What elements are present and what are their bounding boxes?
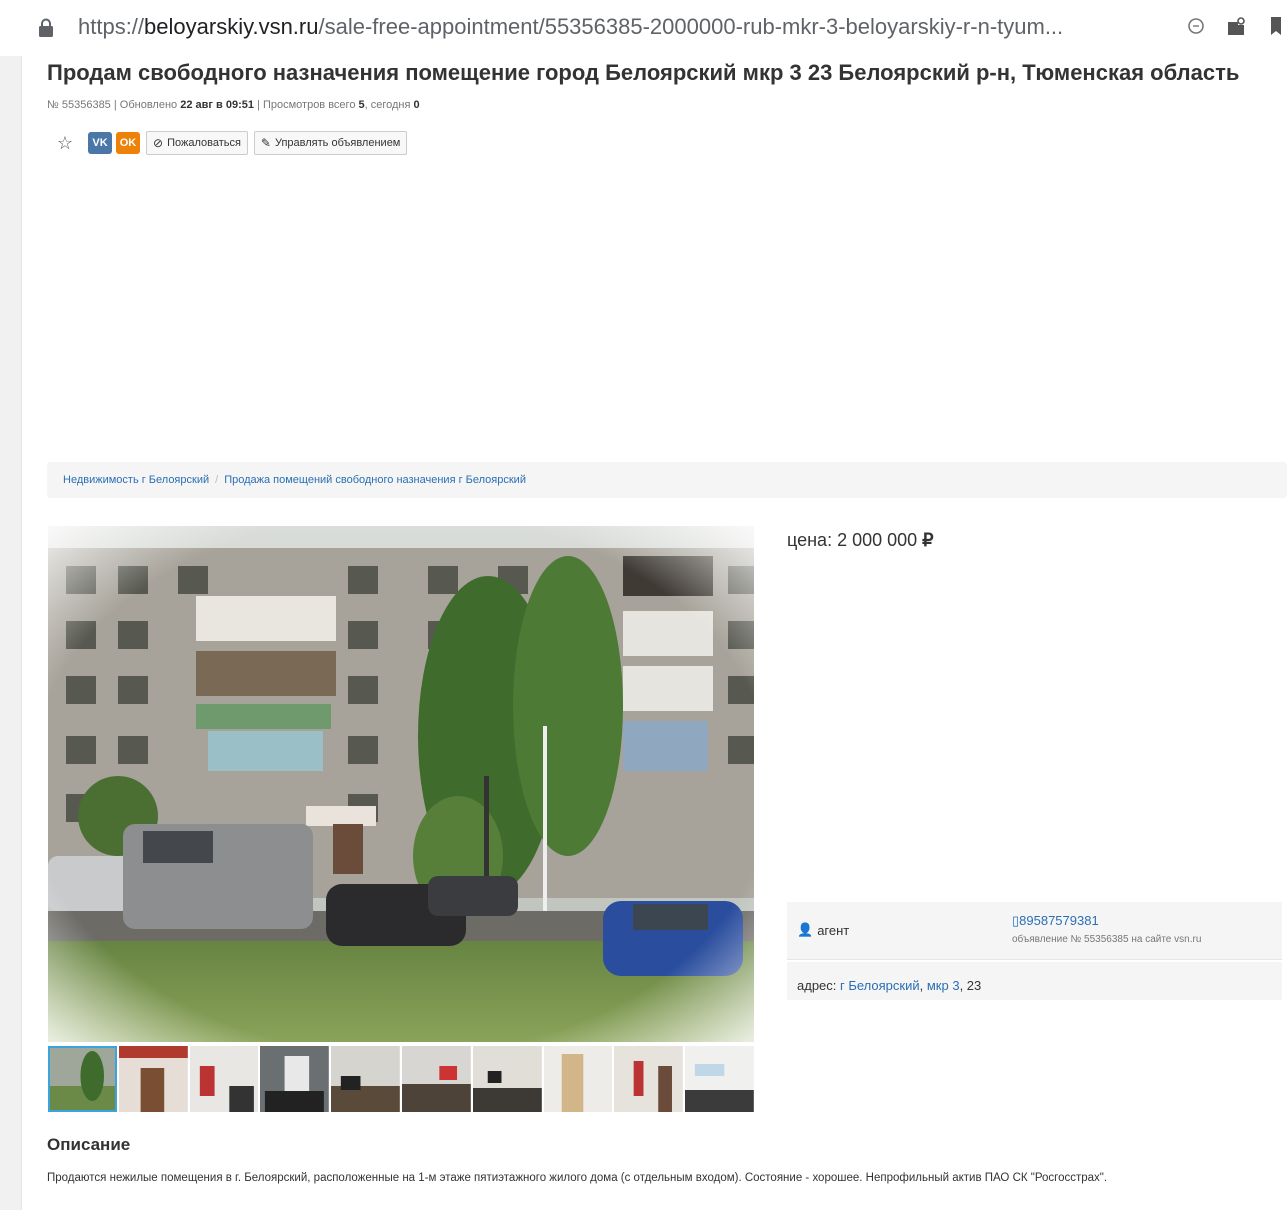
lock-icon [39, 18, 53, 37]
listing-note: объявление № 55356385 на сайте vsn.ru [1012, 934, 1202, 945]
vk-share-button[interactable]: VK [88, 132, 112, 154]
edit-icon: ✎ [260, 136, 271, 150]
price: цена: 2 000 000 ₽ [787, 530, 934, 550]
thumbnail[interactable] [48, 1046, 117, 1112]
description-text: Продаются нежилые помещения в г. Белоярс… [47, 1172, 1108, 1184]
search-icon[interactable] [1185, 14, 1207, 38]
thumbnail[interactable] [260, 1046, 330, 1112]
breadcrumb-link-category[interactable]: Продажа помещений свободного назначения … [224, 474, 526, 486]
thumbnail[interactable] [614, 1046, 684, 1112]
district-link[interactable]: мкр 3 [927, 978, 960, 993]
seller-role: 👤 агент [797, 922, 850, 938]
currency-sign: ₽ [922, 530, 934, 550]
complain-button[interactable]: ⊘ Пожаловаться [146, 131, 248, 155]
star-icon[interactable]: ☆ [52, 131, 78, 155]
ok-share-button[interactable]: OK [116, 132, 140, 154]
thumbnail[interactable] [118, 1046, 188, 1112]
bookmark-icon[interactable] [1265, 14, 1287, 38]
url-host: beloyarskiy.vsn.ru [144, 14, 319, 39]
thumbnail[interactable] [543, 1046, 613, 1112]
price-value: 2 000 000 [837, 530, 918, 550]
description-heading: Описание [47, 1135, 131, 1154]
listing-meta: № 55356385 | Обновлено 22 авг в 09:51 | … [47, 99, 420, 111]
thumbnail[interactable] [189, 1046, 259, 1112]
person-icon: 👤 [797, 922, 814, 937]
ban-icon: ⊘ [153, 136, 164, 150]
phone-link[interactable]: ▯89587579381 [1012, 913, 1099, 929]
thumbnail[interactable] [401, 1046, 471, 1112]
breadcrumb: Недвижимость г Белоярский / Продажа помеще… [47, 462, 1287, 498]
thumbnail[interactable] [472, 1046, 542, 1112]
listing-actions: ☆ VK OK ⊘ Пожаловаться ✎ Управлять объяв… [52, 131, 408, 155]
thumbnail-strip [48, 1046, 754, 1112]
manage-listing-button[interactable]: ✎ Управлять объявлением [253, 131, 408, 155]
contact-panel: 👤 агент ▯89587579381 объявление № 553563… [787, 902, 1282, 960]
main-photo[interactable] [48, 526, 754, 1042]
address-bar: https://beloyarskiy.vsn.ru/sale-free-app… [0, 0, 1287, 56]
thumbnail[interactable] [685, 1046, 754, 1112]
page-title: Продам свободного назначения помещение г… [47, 60, 1240, 85]
breadcrumb-link-realty[interactable]: Недвижимость г Белоярский [63, 474, 209, 486]
address-row: адрес: г Белоярский, мкр 3, 23 [787, 962, 1282, 1000]
city-link[interactable]: г Белоярский [840, 978, 920, 993]
extension-icon[interactable] [1225, 14, 1247, 38]
left-margin [0, 56, 22, 1210]
thumbnail[interactable] [331, 1046, 400, 1112]
url-text[interactable]: https://beloyarskiy.vsn.ru/sale-free-app… [78, 14, 1063, 40]
